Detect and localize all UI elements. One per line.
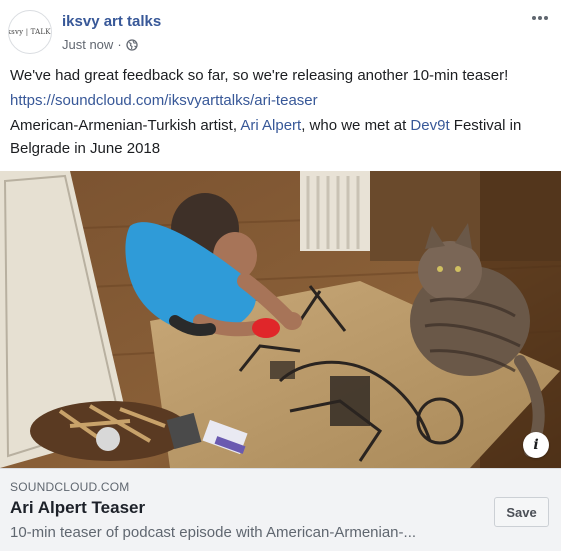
post-meta: Just now · — [62, 37, 138, 52]
post-body: We've had great feedback so far, so we'r… — [10, 64, 555, 162]
link-preview-image[interactable]: i — [0, 171, 561, 468]
page-avatar[interactable]: iksvy | TALKS — [8, 10, 52, 54]
avatar-logo-text: iksvy | TALKS — [9, 28, 51, 36]
link-title[interactable]: Ari Alpert Teaser — [10, 498, 145, 518]
post-timestamp[interactable]: Just now — [62, 37, 113, 52]
meta-separator: · — [117, 37, 122, 52]
mention-dev9t[interactable]: Dev9t — [410, 117, 449, 134]
artist-photo — [0, 171, 561, 468]
post-text-line: American-Armenian-Turkish artist, Ari Al… — [10, 114, 555, 160]
link-domain: SOUNDCLOUD.COM — [10, 480, 130, 494]
text-fragment: , who we met at — [301, 117, 411, 134]
mention-ari-alpert[interactable]: Ari Alpert — [240, 117, 301, 134]
post-url-link[interactable]: https://soundcloud.com/iksvyarttalks/ari… — [10, 92, 318, 109]
globe-icon[interactable] — [126, 38, 138, 51]
info-icon[interactable]: i — [523, 432, 549, 458]
text-fragment: American-Armenian-Turkish artist, — [10, 117, 241, 134]
link-preview-card[interactable]: SOUNDCLOUD.COM Ari Alpert Teaser 10-min … — [0, 468, 561, 551]
link-description: 10-min teaser of podcast episode with Am… — [10, 524, 417, 541]
more-options-icon[interactable] — [529, 10, 551, 26]
page-name-link[interactable]: iksvy art talks — [62, 13, 161, 30]
save-button[interactable]: Save — [494, 497, 549, 527]
post-header: iksvy | TALKS iksvy art talks Just now · — [0, 0, 561, 62]
post-text-line: We've had great feedback so far, so we'r… — [10, 67, 509, 84]
